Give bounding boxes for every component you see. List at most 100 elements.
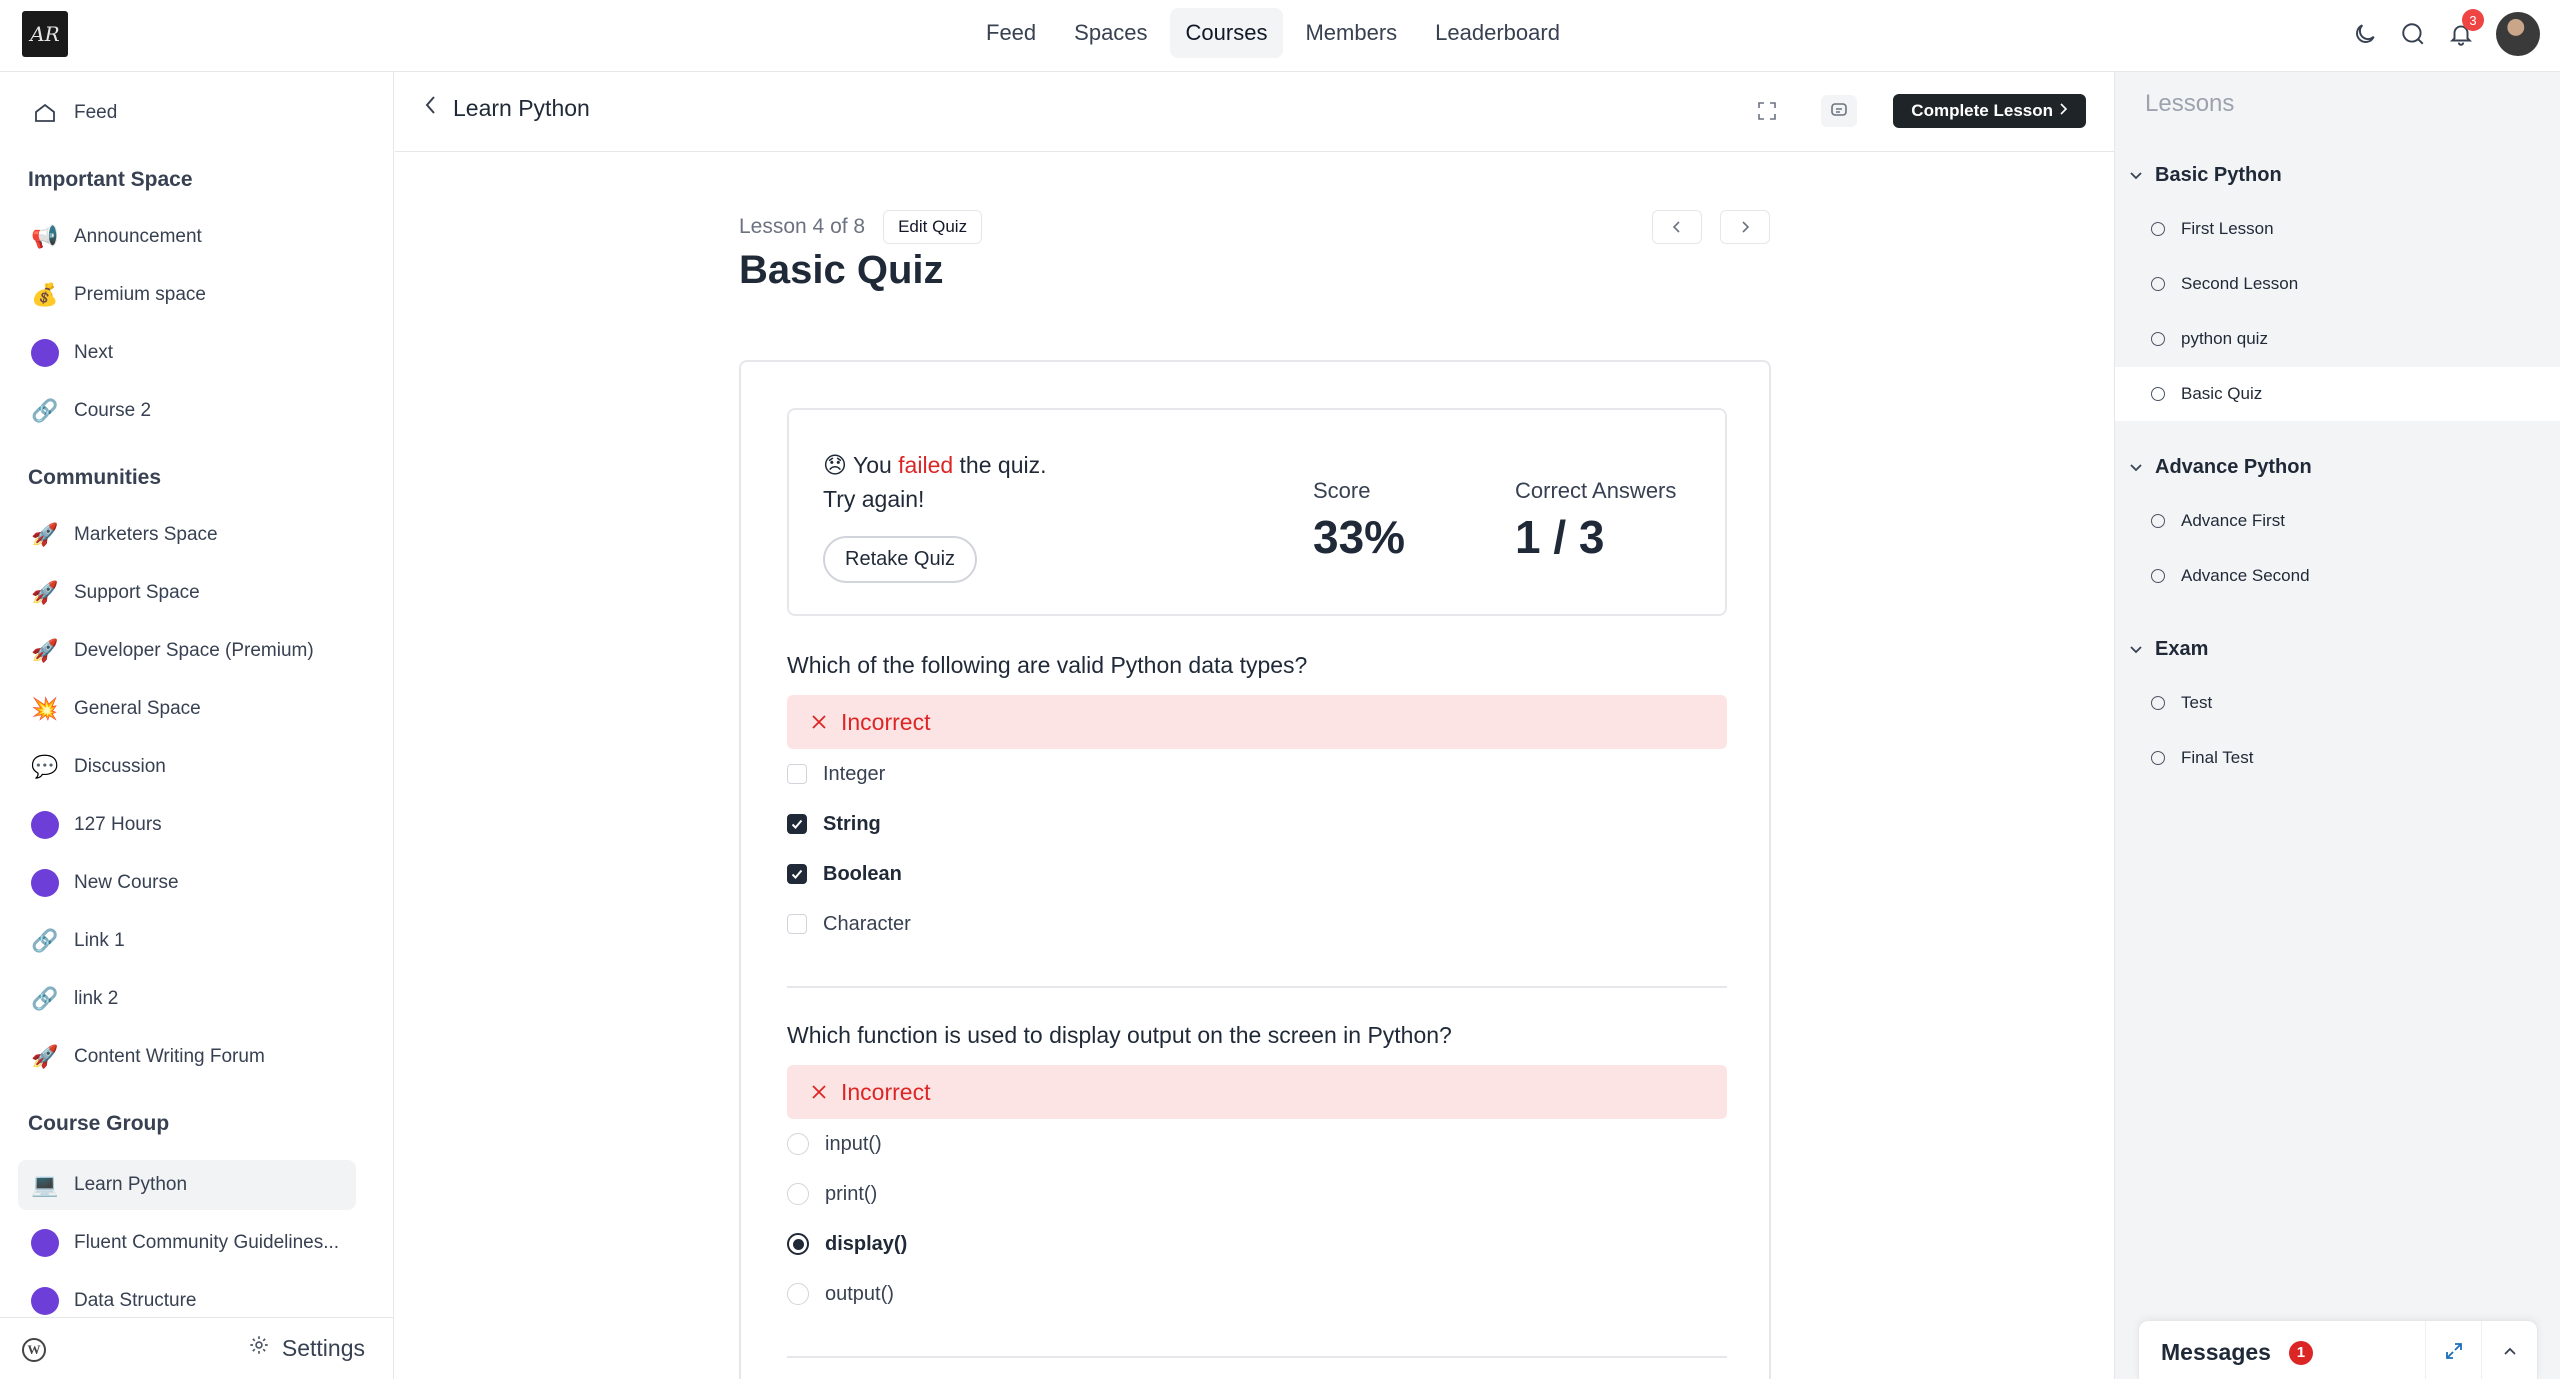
expand-arrows-icon[interactable] xyxy=(2425,1321,2481,1379)
notification-count-badge: 3 xyxy=(2462,9,2484,31)
header-tools: Complete Lesson xyxy=(1749,94,2086,128)
option-string[interactable]: String xyxy=(787,799,1727,849)
retake-quiz-button[interactable]: Retake Quiz xyxy=(823,536,978,583)
collision-icon: 💥 xyxy=(31,696,59,721)
lesson-counter: Lesson 4 of 8 xyxy=(739,215,866,238)
wordpress-icon[interactable]: W xyxy=(22,1338,46,1362)
radio[interactable] xyxy=(787,1183,809,1205)
sidebar-item-127-hours[interactable]: 127 Hours xyxy=(18,800,356,850)
sidebar-item-marketers-space[interactable]: 🚀 Marketers Space xyxy=(18,510,356,560)
option-label: String xyxy=(823,812,881,835)
option-display[interactable]: display() xyxy=(787,1219,1727,1269)
option-label: Character xyxy=(823,912,911,935)
speech-bubble-icon: 💬 xyxy=(31,754,59,779)
user-avatar[interactable] xyxy=(2496,12,2540,56)
radio-selected[interactable] xyxy=(787,1233,809,1255)
lesson-item-advance-second[interactable]: Advance Second xyxy=(2115,549,2560,603)
search-icon[interactable] xyxy=(2400,21,2426,47)
top-bar: AR Feed Spaces Courses Members Leaderboa… xyxy=(0,0,2560,72)
dark-mode-moon-icon[interactable] xyxy=(2352,21,2378,47)
settings-button[interactable]: Settings xyxy=(248,1334,365,1362)
sidebar-item-new-course[interactable]: New Course xyxy=(18,858,356,908)
lesson-item-label: Advance First xyxy=(2181,511,2285,530)
radio[interactable] xyxy=(787,1283,809,1305)
notification-bell-icon[interactable]: 3 xyxy=(2448,9,2484,47)
lesson-item-second-lesson[interactable]: Second Lesson xyxy=(2115,257,2560,311)
nav-leaderboard[interactable]: Leaderboard xyxy=(1419,8,1576,58)
checkbox[interactable] xyxy=(787,764,807,784)
messages-label: Messages xyxy=(2161,1339,2271,1365)
lesson-item-basic-quiz[interactable]: Basic Quiz xyxy=(2115,367,2560,421)
radio[interactable] xyxy=(787,1133,809,1155)
site-logo[interactable]: AR xyxy=(22,11,68,57)
option-boolean[interactable]: Boolean xyxy=(787,849,1727,899)
back-to-course-link[interactable]: Learn Python xyxy=(423,94,590,122)
checkbox[interactable] xyxy=(787,914,807,934)
sidebar-item-learn-python[interactable]: 💻 Learn Python xyxy=(18,1160,356,1210)
incorrect-banner: Incorrect xyxy=(787,695,1727,749)
sidebar-item-premium-space[interactable]: 💰 Premium space xyxy=(18,270,356,320)
top-actions: 3 xyxy=(2352,9,2540,56)
question-text: Which of the following are valid Python … xyxy=(787,652,1308,678)
edit-quiz-button[interactable]: Edit Quiz xyxy=(883,210,983,244)
sidebar-item-next[interactable]: Next xyxy=(18,328,356,378)
option-label: input() xyxy=(825,1132,882,1155)
sidebar-item-link-1[interactable]: 🔗 Link 1 xyxy=(18,916,356,966)
sidebar-item-developer-space[interactable]: 🚀 Developer Space (Premium) xyxy=(18,626,356,676)
nav-courses[interactable]: Courses xyxy=(1169,8,1284,58)
fullscreen-icon[interactable] xyxy=(1749,95,1785,127)
lesson-group-title: Basic Python xyxy=(2155,164,2282,186)
option-input[interactable]: input() xyxy=(787,1119,1727,1169)
result-message: 😞 You failed the quiz. Try again! xyxy=(823,448,1047,516)
content-header: Learn Python Complete Lesson xyxy=(395,72,2114,152)
link-icon: 🔗 xyxy=(31,398,59,423)
comments-icon[interactable] xyxy=(1821,95,1858,127)
chevron-up-icon[interactable] xyxy=(2481,1321,2537,1379)
sidebar-item-link-2[interactable]: 🔗 link 2 xyxy=(18,974,356,1024)
lesson-group-exam[interactable]: Exam xyxy=(2129,638,2208,661)
lesson-group-basic-python[interactable]: Basic Python xyxy=(2129,164,2282,187)
sidebar-item-label: link 2 xyxy=(74,988,119,1009)
sidebar-item-content-writing-forum[interactable]: 🚀 Content Writing Forum xyxy=(18,1032,356,1082)
complete-lesson-button[interactable]: Complete Lesson xyxy=(1893,94,2086,128)
lesson-group-advance-python[interactable]: Advance Python xyxy=(2129,456,2312,479)
messages-widget[interactable]: Messages 1 xyxy=(2138,1320,2538,1379)
sidebar-item-label: Discussion xyxy=(74,756,166,777)
sidebar-item-discussion[interactable]: 💬 Discussion xyxy=(18,742,356,792)
lesson-item-final-test[interactable]: Final Test xyxy=(2115,731,2560,785)
lesson-item-test[interactable]: Test xyxy=(2115,676,2560,730)
sidebar-item-feed[interactable]: Feed xyxy=(18,88,356,138)
sidebar-item-label: Support Space xyxy=(74,582,200,603)
purple-dot-icon xyxy=(30,338,60,368)
checkbox-checked[interactable] xyxy=(787,864,807,884)
sidebar-item-label: Marketers Space xyxy=(74,524,218,545)
nav-spaces[interactable]: Spaces xyxy=(1058,8,1163,58)
score-label: Score xyxy=(1313,478,1371,503)
lesson-item-first-lesson[interactable]: First Lesson xyxy=(2115,202,2560,256)
option-integer[interactable]: Integer xyxy=(787,749,1727,799)
nav-members[interactable]: Members xyxy=(1289,8,1413,58)
option-label: print() xyxy=(825,1182,878,1205)
lesson-title: Basic Quiz xyxy=(739,248,944,292)
lesson-item-python-quiz[interactable]: python quiz xyxy=(2115,312,2560,366)
previous-lesson-button[interactable] xyxy=(1652,210,1702,244)
sidebar-item-support-space[interactable]: 🚀 Support Space xyxy=(18,568,356,618)
next-lesson-button[interactable] xyxy=(1720,210,1770,244)
sidebar-item-general-space[interactable]: 💥 General Space xyxy=(18,684,356,734)
lesson-item-label: python quiz xyxy=(2181,329,2268,348)
checkbox-checked[interactable] xyxy=(787,814,807,834)
lesson-item-advance-first[interactable]: Advance First xyxy=(2115,494,2560,548)
sidebar-item-label: Feed xyxy=(74,102,118,123)
option-print[interactable]: print() xyxy=(787,1169,1727,1219)
nav-feed[interactable]: Feed xyxy=(970,8,1052,58)
sidebar-item-course-2[interactable]: 🔗 Course 2 xyxy=(18,386,356,436)
option-output[interactable]: output() xyxy=(787,1269,1727,1319)
lesson-item-label: Basic Quiz xyxy=(2181,384,2263,403)
sidebar-item-announcement[interactable]: 📢 Announcement xyxy=(18,212,356,262)
rocket-icon: 🚀 xyxy=(31,1044,59,1069)
score-stat: Score 33% xyxy=(1313,478,1405,564)
option-character[interactable]: Character xyxy=(787,899,1727,949)
lesson-status-circle-icon xyxy=(2151,332,2165,346)
sidebar-item-fluent-guidelines[interactable]: Fluent Community Guidelines... xyxy=(18,1218,356,1268)
lesson-status-circle-icon xyxy=(2151,751,2165,765)
